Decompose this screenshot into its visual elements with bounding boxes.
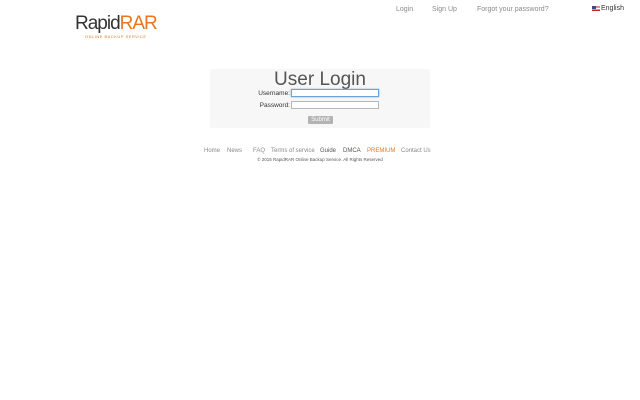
- footer-link-contact[interactable]: Contact Us: [401, 148, 431, 154]
- login-panel: User Login Username: Password: Submit: [210, 69, 430, 128]
- logo-text-rar: RAR: [119, 13, 158, 34]
- logo-text-rapid: Rapid: [75, 13, 121, 34]
- footer-link-home[interactable]: Home: [204, 148, 220, 154]
- username-input[interactable]: [291, 89, 379, 97]
- footer-link-faq[interactable]: FAQ: [253, 148, 265, 154]
- us-flag-icon: [592, 6, 600, 11]
- language-selector[interactable]: English: [592, 5, 624, 12]
- signup-link[interactable]: Sign Up: [432, 6, 457, 13]
- language-label: English: [601, 5, 624, 12]
- login-link[interactable]: Login: [396, 6, 413, 13]
- copyright-notice: © 2015 RapidRAR Online Backup Service. A…: [257, 157, 383, 162]
- login-title: User Login: [274, 69, 366, 90]
- forgot-password-link[interactable]: Forgot your password?: [477, 6, 549, 13]
- password-input[interactable]: [291, 101, 379, 109]
- logo-tagline: ONLINE BACKUP SERVICE: [85, 34, 147, 39]
- footer-link-guide[interactable]: Guide: [320, 148, 336, 154]
- footer-link-terms[interactable]: Terms of service: [271, 148, 315, 154]
- footer-link-news[interactable]: News: [227, 148, 242, 154]
- logo-wordmark: RapidRAR: [75, 12, 158, 36]
- footer-link-dmca[interactable]: DMCA: [343, 148, 361, 154]
- site-logo[interactable]: RapidRAR ONLINE BACKUP SERVICE: [75, 12, 165, 42]
- username-label: Username:: [258, 90, 290, 97]
- footer-link-premium[interactable]: PREMIUM: [367, 148, 395, 154]
- password-label: Password:: [259, 102, 290, 109]
- submit-button[interactable]: Submit: [308, 116, 333, 124]
